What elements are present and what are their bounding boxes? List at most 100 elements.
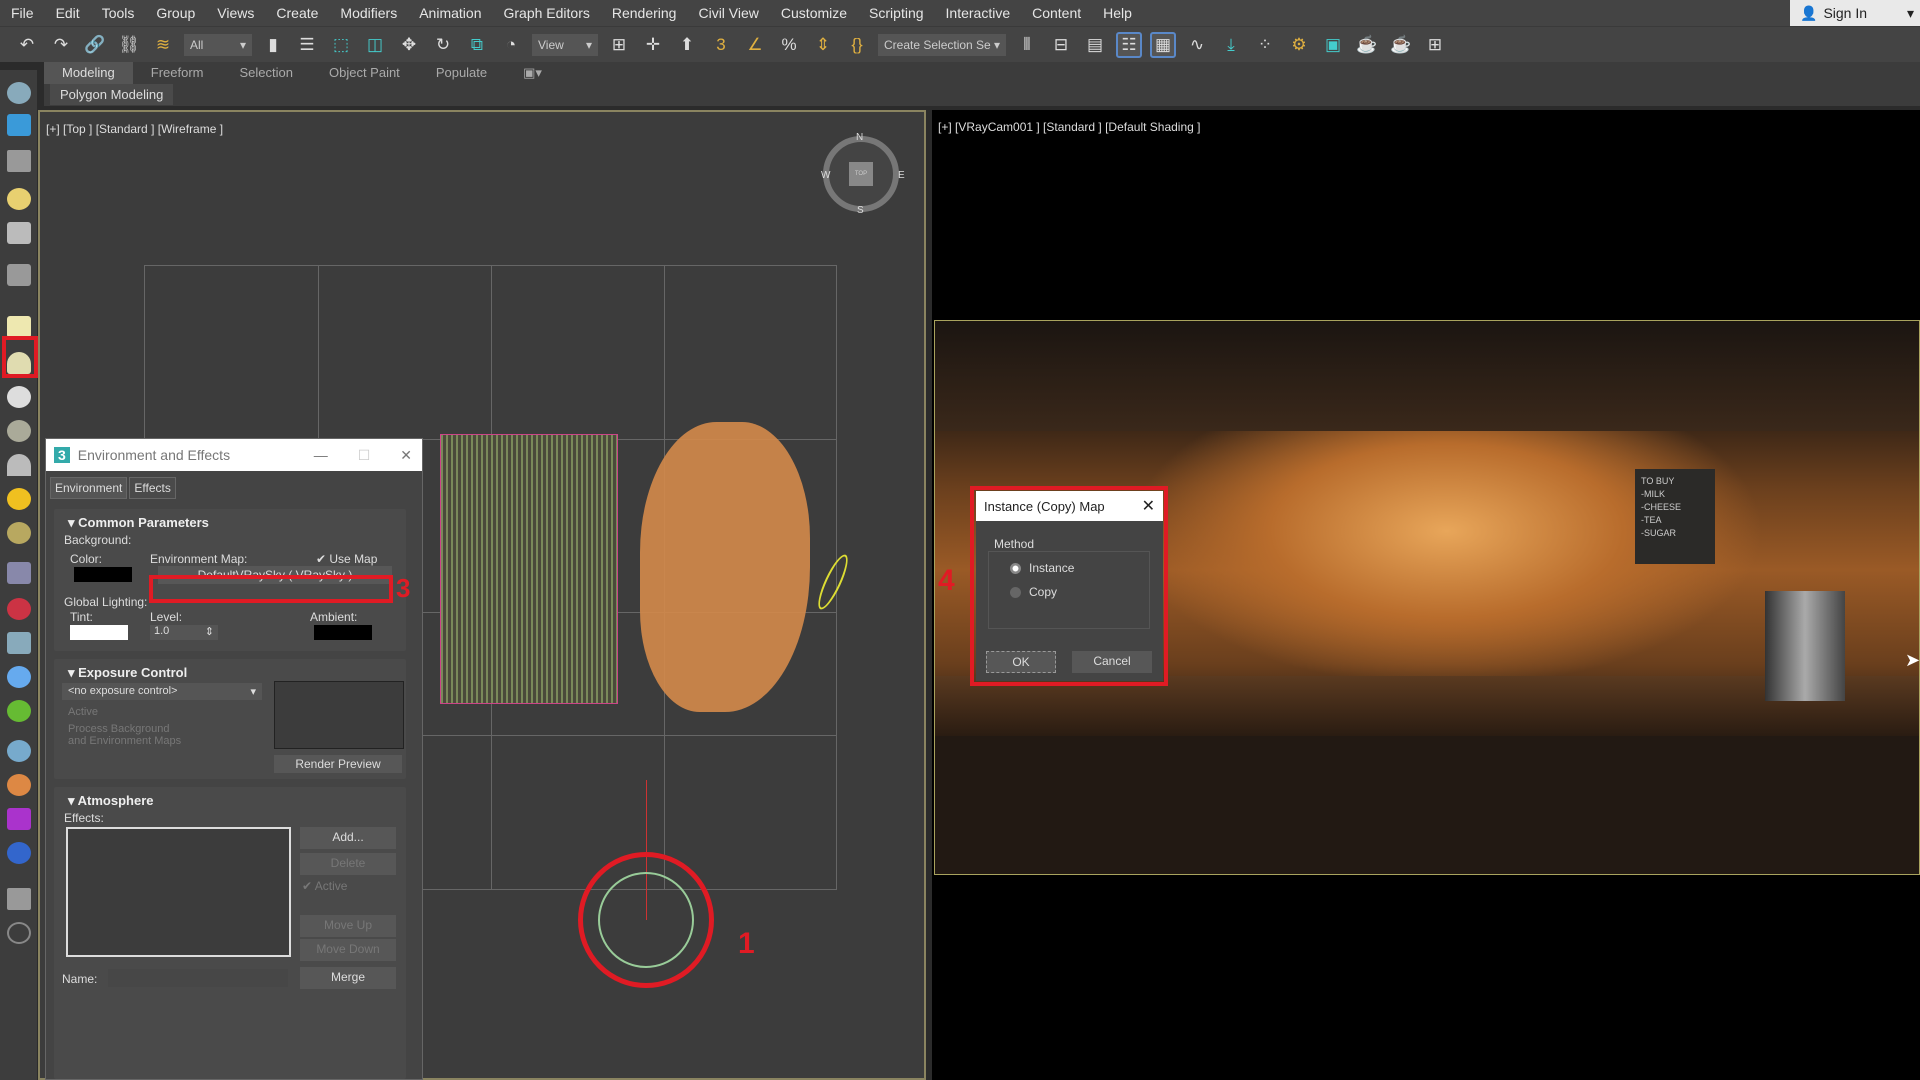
window-crossing-icon[interactable]: ◫ bbox=[362, 32, 388, 58]
kitchen-wireframe[interactable] bbox=[440, 434, 618, 704]
unlink-icon[interactable]: ⛓ bbox=[116, 32, 142, 58]
tab-effects[interactable]: Effects bbox=[129, 477, 176, 499]
rollout-header[interactable]: ▾ Exposure Control bbox=[54, 659, 406, 681]
vray-sphere-light-icon[interactable] bbox=[7, 386, 31, 408]
hierarchy-icon[interactable] bbox=[7, 150, 31, 172]
light-icon[interactable] bbox=[7, 188, 31, 210]
vray-sun-icon[interactable] bbox=[7, 488, 31, 510]
pivot-icon[interactable]: ⊞ bbox=[606, 32, 632, 58]
reference-coordinate-dropdown[interactable]: View ▾ bbox=[532, 33, 598, 56]
vray-scatter-icon[interactable] bbox=[7, 700, 31, 722]
rollout-header[interactable]: ▾ Common Parameters bbox=[54, 509, 406, 531]
vray-proxy-icon[interactable] bbox=[7, 598, 31, 620]
asset-icon[interactable] bbox=[7, 888, 31, 910]
vray-clipper-icon[interactable] bbox=[7, 666, 31, 688]
select-manipulate-icon[interactable]: ✛ bbox=[640, 32, 666, 58]
process-background-checkbox[interactable]: Process Background bbox=[68, 723, 170, 735]
menu-help[interactable]: Help bbox=[1092, 5, 1143, 21]
redo-icon[interactable]: ↷ bbox=[48, 32, 74, 58]
vray-ies-light-icon[interactable] bbox=[7, 420, 31, 442]
delete-button[interactable]: Delete bbox=[300, 853, 396, 875]
named-selection-dropdown[interactable]: Create Selection Se ▾ bbox=[878, 33, 1006, 56]
menu-interactive[interactable]: Interactive bbox=[935, 5, 1022, 21]
effects-list[interactable] bbox=[66, 827, 291, 957]
render-production-icon[interactable]: ☕ bbox=[1354, 32, 1380, 58]
modify-icon[interactable] bbox=[7, 114, 31, 136]
move-icon[interactable]: ✥ bbox=[396, 32, 422, 58]
exposure-control-dropdown[interactable]: <no exposure control> ▾ bbox=[62, 683, 262, 700]
ribbon-options-icon[interactable]: ▣▾ bbox=[505, 62, 560, 84]
render-region-icon[interactable] bbox=[7, 842, 31, 864]
tab-environment[interactable]: Environment bbox=[50, 477, 128, 499]
menu-customize[interactable]: Customize bbox=[770, 5, 858, 21]
name-input[interactable] bbox=[108, 969, 288, 987]
add-button[interactable]: Add... bbox=[300, 827, 396, 849]
camera-icon[interactable] bbox=[7, 222, 31, 244]
ribbon-toggle-icon[interactable]: ▦ bbox=[1150, 31, 1176, 58]
menu-edit[interactable]: Edit bbox=[45, 5, 91, 21]
ambient-color-swatch[interactable] bbox=[314, 625, 372, 640]
align-icon[interactable]: ⊟ bbox=[1048, 32, 1074, 58]
curve-editor-icon[interactable]: ∿ bbox=[1184, 32, 1210, 58]
render-cloud-icon[interactable]: ☕ bbox=[1388, 32, 1414, 58]
merge-button[interactable]: Merge bbox=[300, 967, 396, 989]
vray-camera-icon[interactable] bbox=[7, 264, 31, 286]
move-up-button[interactable]: Move Up bbox=[300, 915, 396, 937]
tab-populate[interactable]: Populate bbox=[418, 62, 505, 84]
use-map-checkbox[interactable]: ✔ Use Map bbox=[316, 552, 377, 566]
keyboard-shortcut-icon[interactable]: ⬆ bbox=[674, 32, 700, 58]
background-color-swatch[interactable] bbox=[74, 567, 132, 582]
selection-filter-dropdown[interactable]: All ▾ bbox=[184, 33, 252, 56]
select-object-icon[interactable]: ▮ bbox=[260, 32, 286, 58]
scene-explorer-icon[interactable]: ▤ bbox=[1082, 32, 1108, 58]
menu-scripting[interactable]: Scripting bbox=[858, 5, 934, 21]
schematic-view-icon[interactable]: ⤓ bbox=[1218, 32, 1244, 58]
plant-wireframe[interactable] bbox=[640, 422, 810, 712]
viewcube-compass[interactable]: TOP bbox=[823, 136, 899, 212]
spinner-snap-icon[interactable]: ⇕ bbox=[810, 32, 836, 58]
snap-3d-icon[interactable]: 3 bbox=[708, 32, 734, 58]
vray-light-material-icon[interactable] bbox=[7, 522, 31, 544]
edit-named-selection-icon[interactable]: {} bbox=[844, 32, 870, 58]
tab-freeform[interactable]: Freeform bbox=[133, 62, 222, 84]
rectangle-selection-icon[interactable]: ⬚ bbox=[328, 32, 354, 58]
menu-group[interactable]: Group bbox=[145, 5, 206, 21]
close-icon[interactable]: ✕ bbox=[400, 447, 412, 464]
rotate-icon[interactable]: ↻ bbox=[430, 32, 456, 58]
vray-mesh-icon[interactable] bbox=[7, 632, 31, 654]
tab-modeling[interactable]: Modeling bbox=[44, 62, 133, 84]
vray-plane-light-icon[interactable] bbox=[7, 316, 31, 338]
tab-selection[interactable]: Selection bbox=[222, 62, 311, 84]
render-setup-icon[interactable]: ⚙ bbox=[1286, 32, 1312, 58]
menu-create[interactable]: Create bbox=[265, 5, 329, 21]
render-preview-button[interactable]: Render Preview bbox=[274, 755, 402, 773]
link-icon[interactable]: 🔗 bbox=[82, 32, 108, 58]
rollout-header[interactable]: ▾ Atmosphere bbox=[54, 787, 406, 809]
percent-snap-icon[interactable]: % bbox=[776, 32, 802, 58]
vray-fur-icon[interactable] bbox=[7, 562, 31, 584]
viewcube-face[interactable]: TOP bbox=[849, 162, 873, 186]
sign-in-button[interactable]: 👤 Sign In ▾ bbox=[1790, 0, 1920, 26]
mirror-icon[interactable]: ⫴ bbox=[1014, 32, 1040, 58]
create-icon[interactable] bbox=[7, 82, 31, 104]
tab-object-paint[interactable]: Object Paint bbox=[311, 62, 418, 84]
effect-active-checkbox[interactable]: ✔ Active bbox=[302, 879, 347, 893]
material-sphere-icon[interactable] bbox=[7, 740, 31, 762]
minimize-icon[interactable]: — bbox=[314, 447, 328, 463]
level-spinner[interactable]: 1.0 ⇕ bbox=[150, 625, 218, 640]
viewport-label[interactable]: [+] [Top ] [Standard ] [Wireframe ] bbox=[46, 122, 223, 136]
scale-icon[interactable]: ⧉ bbox=[464, 32, 490, 58]
tint-color-swatch[interactable] bbox=[70, 625, 128, 640]
menu-views[interactable]: Views bbox=[206, 5, 265, 21]
placement-icon[interactable]: ◔ bbox=[498, 32, 524, 58]
rendered-frame-window-icon[interactable]: ▣ bbox=[1320, 32, 1346, 58]
render-iterative-icon[interactable]: ⊞ bbox=[1422, 32, 1448, 58]
menu-animation[interactable]: Animation bbox=[408, 5, 492, 21]
menu-file[interactable]: File bbox=[0, 5, 45, 21]
vfb-icon[interactable] bbox=[7, 808, 31, 830]
move-down-button[interactable]: Move Down bbox=[300, 939, 396, 961]
select-by-name-icon[interactable]: ☰ bbox=[294, 32, 320, 58]
bind-space-warp-icon[interactable]: ≋ bbox=[150, 32, 176, 58]
vray-ambient-light-icon[interactable] bbox=[7, 454, 31, 476]
menu-rendering[interactable]: Rendering bbox=[601, 5, 688, 21]
